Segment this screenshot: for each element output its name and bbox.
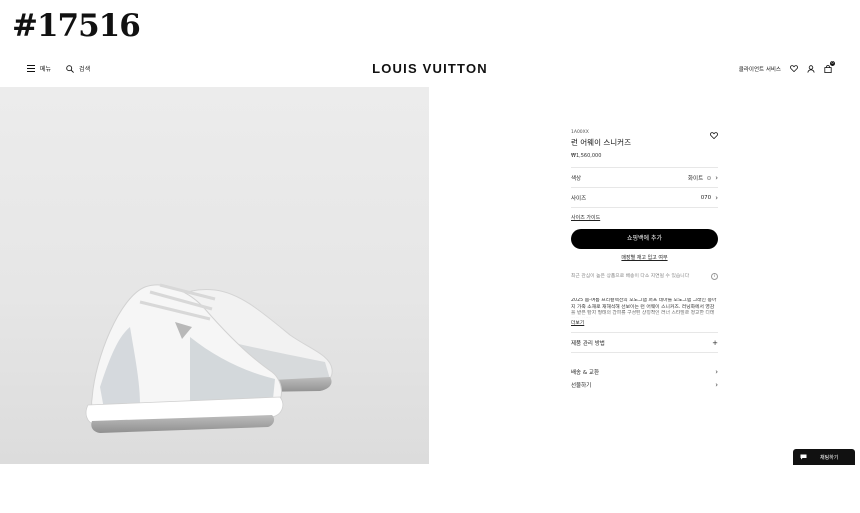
- product-price: ₩1,560,000: [571, 153, 602, 159]
- plus-icon: +: [712, 338, 718, 347]
- brand-logo[interactable]: LOUIS VUITTON: [0, 61, 860, 76]
- chevron-right-icon: ›: [715, 367, 718, 376]
- care-label: 제품 관리 방법: [571, 340, 605, 347]
- watermark-text: #17516: [12, 8, 141, 44]
- product-details-panel: 1A00XX 런 어웨이 스니커즈 ₩1,560,000 색상 화이트 › 사이…: [571, 130, 718, 391]
- top-navigation-bar: 메뉴 검색 LOUIS VUITTON 클라이언트 서비스 0: [0, 56, 860, 86]
- add-to-wishlist-heart-icon[interactable]: [710, 132, 718, 141]
- chevron-right-icon: ›: [715, 173, 718, 182]
- gift-row[interactable]: 선물하기 ›: [571, 378, 718, 391]
- size-selector[interactable]: 사이즈 070 ›: [571, 188, 718, 208]
- color-selector[interactable]: 색상 화이트 ›: [571, 168, 718, 188]
- wishlist-heart-icon[interactable]: [789, 64, 798, 73]
- color-label: 색상: [571, 175, 582, 182]
- product-name: 런 어웨이 스니커즈: [571, 138, 631, 147]
- chevron-right-icon: ›: [715, 193, 718, 202]
- gift-label: 선물하기: [571, 382, 592, 389]
- product-sku: 1A00XX: [571, 130, 589, 135]
- chat-label: 채팅하기: [820, 454, 839, 461]
- client-service-link[interactable]: 클라이언트 서비스: [739, 65, 781, 73]
- delivery-returns-row[interactable]: 배송 & 교환 ›: [571, 365, 718, 378]
- size-value: 070: [700, 194, 712, 201]
- account-icon[interactable]: [806, 64, 815, 73]
- size-label: 사이즈: [571, 195, 587, 202]
- shipping-notice: 최근 관심이 높은 상품으로 배송이 다소 지연될 수 있습니다 i: [571, 273, 718, 280]
- chevron-right-icon: ›: [715, 380, 718, 389]
- delivery-label: 배송 & 교환: [571, 369, 600, 376]
- color-swatch: [707, 175, 712, 180]
- chat-button[interactable]: 채팅하기: [793, 449, 855, 465]
- size-guide-link[interactable]: 사이즈 가이드: [571, 214, 600, 221]
- color-value: 화이트: [688, 175, 704, 182]
- store-availability-link[interactable]: 매장별 재고 입고 여부: [571, 254, 718, 261]
- read-more-link[interactable]: 더보기: [571, 319, 584, 326]
- product-image[interactable]: [0, 87, 429, 464]
- info-icon[interactable]: i: [711, 273, 718, 280]
- add-to-bag-button[interactable]: 쇼핑백에 추가: [571, 229, 718, 249]
- cart-count-badge: 0: [830, 61, 835, 66]
- product-description: 2025 봄-여름 프리컬렉션의 모노그램 퍼프 테마를 모노그램 그래인 송아…: [571, 298, 718, 318]
- shopping-bag-icon[interactable]: 0: [823, 61, 835, 73]
- shipping-notice-text: 최근 관심이 높은 상품으로 배송이 다소 지연될 수 있습니다: [571, 274, 690, 279]
- care-instructions-row[interactable]: 제품 관리 방법 +: [571, 333, 718, 353]
- chat-bubble-icon: [799, 453, 808, 462]
- sneaker-illustration: [85, 283, 333, 433]
